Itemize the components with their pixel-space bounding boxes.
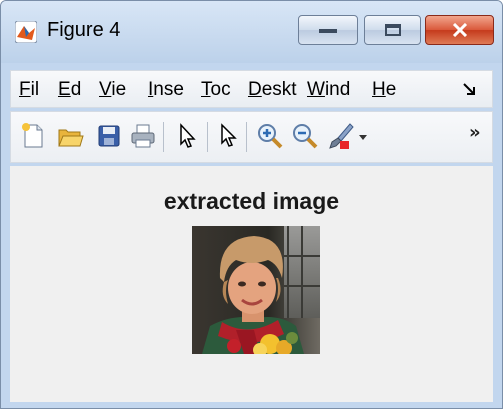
zoom-in-icon[interactable] [256, 122, 284, 150]
overflow-icon[interactable]: » [469, 122, 481, 143]
title-bar[interactable]: Figure 4 [1, 1, 502, 63]
new-file-icon[interactable] [19, 122, 47, 150]
figure-canvas: extracted image [10, 166, 493, 402]
pointer-icon[interactable] [173, 122, 201, 150]
menu-file[interactable]: Fil [19, 79, 39, 101]
menu-bar: Fil Ed Vie Inse Toc Deskt Wind He [10, 70, 493, 108]
minimize-button[interactable] [298, 15, 358, 45]
toolbar-separator [207, 122, 208, 152]
menu-help[interactable]: He [372, 79, 396, 101]
toolbar-separator [163, 122, 164, 152]
figure-window: Figure 4 Fil Ed Vie Inse Toc Deskt Wind … [0, 0, 503, 409]
minimize-icon [319, 29, 337, 33]
menu-tools[interactable]: Toc [201, 79, 231, 101]
close-icon [452, 23, 467, 37]
extracted-image [192, 226, 320, 354]
figure-toolbar: » [10, 111, 493, 163]
save-icon[interactable] [95, 122, 123, 150]
maximize-icon [384, 24, 401, 36]
maximize-button[interactable] [364, 15, 421, 45]
dock-arrow-icon[interactable] [462, 82, 476, 96]
menu-insert[interactable]: Inse [148, 79, 184, 101]
menu-view[interactable]: Vie [99, 79, 126, 101]
axes-title: extracted image [163, 188, 340, 214]
menu-desktop[interactable]: Deskt [248, 79, 297, 101]
dropdown-arrow-icon[interactable] [356, 122, 370, 150]
edit-plot-icon[interactable] [216, 122, 244, 150]
menu-window[interactable]: Wind [307, 79, 350, 101]
matlab-logo-icon [15, 21, 37, 43]
window-title: Figure 4 [47, 19, 121, 41]
brush-icon[interactable] [326, 122, 354, 150]
zoom-out-icon[interactable] [291, 122, 319, 150]
close-button[interactable] [425, 15, 494, 45]
toolbar-separator [246, 122, 247, 152]
print-icon[interactable] [129, 122, 157, 150]
menu-edit[interactable]: Ed [58, 79, 81, 101]
open-folder-icon[interactable] [56, 122, 84, 150]
